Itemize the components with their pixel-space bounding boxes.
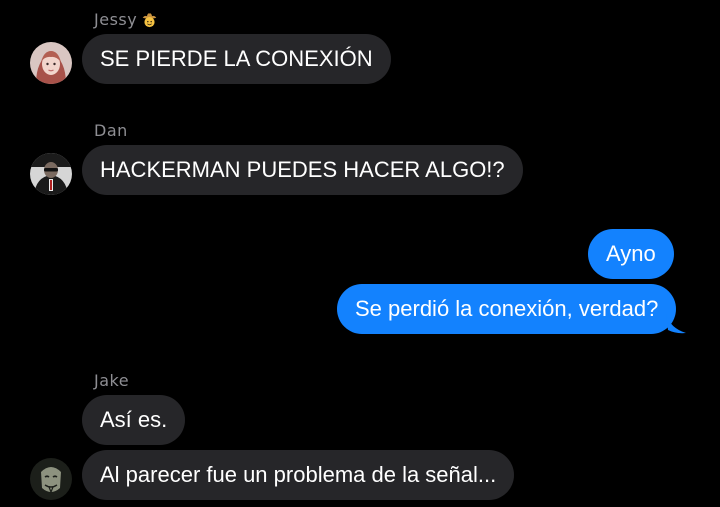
message-text: Ayno — [606, 241, 656, 266]
message-text: Así es. — [100, 407, 168, 432]
message-text: SE PIERDE LA CONEXIÓN — [100, 46, 373, 71]
sender-name-jessy: Jessy — [94, 10, 158, 29]
message-text: HACKERMAN PUEDES HACER ALGO!? — [100, 157, 505, 182]
message-bubble-outgoing[interactable]: Se perdió la conexión, verdad? — [337, 284, 677, 334]
avatar-dan-image — [30, 153, 72, 195]
cowboy-face-icon — [142, 13, 157, 28]
avatar-dan[interactable] — [30, 153, 72, 195]
message-bubble[interactable]: HACKERMAN PUEDES HACER ALGO!? — [82, 145, 523, 195]
avatar-jessy-image — [30, 42, 72, 84]
message-bubble[interactable]: SE PIERDE LA CONEXIÓN — [82, 34, 391, 84]
message-bubble[interactable]: Así es. — [82, 395, 186, 445]
sender-name-jake: Jake — [94, 371, 130, 390]
message-text: Se perdió la conexión, verdad? — [355, 296, 659, 321]
avatar-jake[interactable] — [30, 458, 72, 500]
message-bubble-outgoing[interactable]: Ayno — [588, 229, 674, 279]
bubble-tail-outgoing — [666, 314, 686, 334]
chat-screen: Jessy SE PIERDE LA CONEXIÓN Dan HACKERMA… — [0, 0, 720, 507]
message-bubble[interactable]: Al parecer fue un problema de la señal..… — [82, 450, 515, 500]
avatar-jessy[interactable] — [30, 42, 72, 84]
sender-name-dan: Dan — [94, 121, 128, 140]
avatar-jake-image — [30, 458, 72, 500]
message-text: Al parecer fue un problema de la señal..… — [100, 462, 497, 487]
